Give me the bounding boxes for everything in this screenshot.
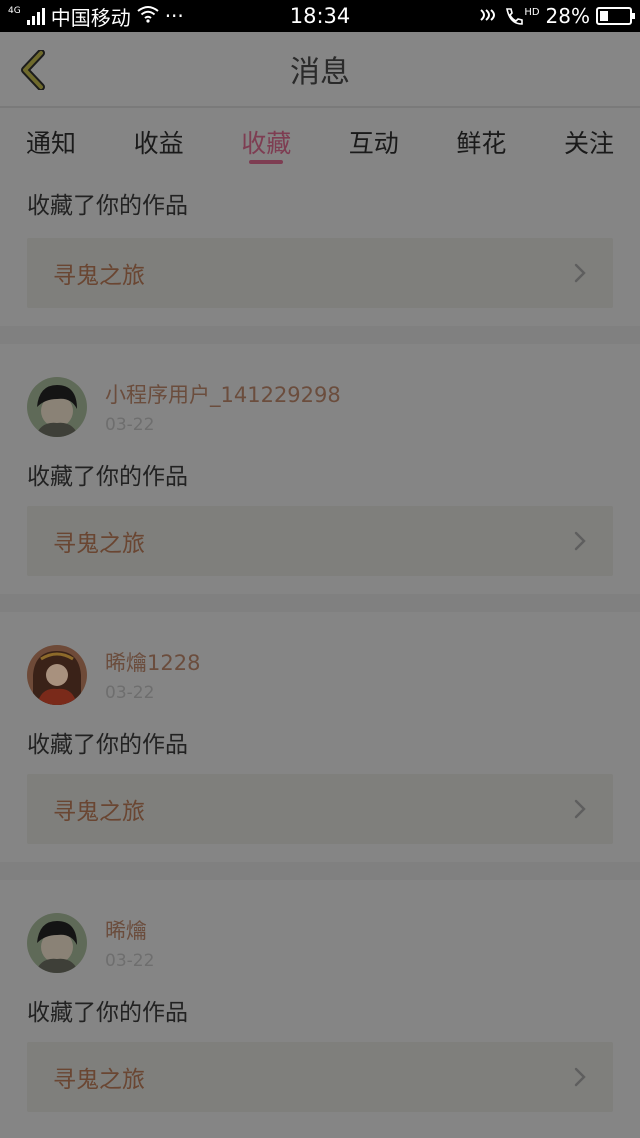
action-text: 收藏了你的作品 — [27, 464, 188, 490]
chevron-right-icon — [574, 531, 586, 551]
date: 03-22 — [105, 683, 155, 703]
chevron-right-icon — [574, 263, 586, 283]
battery-icon — [596, 7, 635, 25]
tab-follows[interactable]: 关注 — [564, 110, 614, 172]
username[interactable]: 小程序用户_141229298 — [105, 379, 341, 409]
work-link[interactable]: 寻鬼之旅 — [27, 238, 613, 308]
user-row[interactable]: 晞爚 03-22 — [27, 880, 613, 984]
hd-call-icon: HD — [504, 7, 540, 25]
favorites-feed: 收藏了你的作品 寻鬼之旅 小程序用户_141229298 03-22 收藏了你的… — [0, 172, 640, 1130]
action-text: 收藏了你的作品 — [27, 732, 188, 758]
user-row[interactable]: 小程序用户_141229298 03-22 — [27, 344, 613, 448]
tab-favorites[interactable]: 收藏 — [241, 110, 291, 172]
work-title: 寻鬼之旅 — [53, 531, 145, 557]
nfc-icon — [478, 4, 498, 28]
work-link[interactable]: 寻鬼之旅 — [27, 1042, 613, 1112]
message-tabs: 通知 收益 收藏 互动 鲜花 关注 — [0, 110, 640, 172]
work-title: 寻鬼之旅 — [53, 799, 145, 825]
carrier-name: 中国移动 — [50, 5, 131, 30]
top-app-bar: 消息 — [0, 32, 640, 108]
work-link[interactable]: 寻鬼之旅 — [27, 506, 613, 576]
work-title: 寻鬼之旅 — [53, 263, 145, 289]
tab-interactions[interactable]: 互动 — [349, 110, 399, 172]
user-row[interactable]: 晞爚1228 03-22 — [27, 612, 613, 716]
back-button[interactable] — [14, 48, 54, 92]
date: 03-22 — [105, 951, 155, 971]
tab-notifications[interactable]: 通知 — [26, 110, 76, 172]
avatar[interactable] — [27, 645, 87, 705]
chevron-left-icon — [21, 50, 45, 90]
date: 03-22 — [105, 415, 155, 435]
avatar[interactable] — [27, 377, 87, 437]
hd-badge: HD — [524, 7, 540, 18]
chevron-right-icon — [574, 799, 586, 819]
list-item: 晞爚 03-22 收藏了你的作品 寻鬼之旅 — [0, 880, 640, 1130]
more-dots-icon: ··· — [164, 4, 184, 28]
list-item: 小程序用户_141229298 03-22 收藏了你的作品 寻鬼之旅 — [0, 344, 640, 594]
clock: 18:34 — [289, 4, 351, 28]
network-type-badge: 4G — [8, 5, 21, 16]
wifi-icon — [137, 4, 159, 28]
list-item: 晞爚1228 03-22 收藏了你的作品 寻鬼之旅 — [0, 612, 640, 862]
page-title: 消息 — [290, 55, 350, 90]
battery-percent: 28% — [545, 4, 590, 28]
work-title: 寻鬼之旅 — [53, 1067, 145, 1093]
action-text: 收藏了你的作品 — [27, 1000, 188, 1026]
chevron-right-icon — [574, 1067, 586, 1087]
username[interactable]: 晞爚 — [105, 915, 154, 945]
tab-earnings[interactable]: 收益 — [134, 110, 184, 172]
username[interactable]: 晞爚1228 — [105, 647, 200, 677]
list-item: 收藏了你的作品 寻鬼之旅 — [0, 172, 640, 326]
tab-flowers[interactable]: 鲜花 — [456, 110, 506, 172]
avatar[interactable] — [27, 913, 87, 973]
work-link[interactable]: 寻鬼之旅 — [27, 774, 613, 844]
status-bar: 4G 中国移动 ··· 18:34 HD 28% — [0, 0, 640, 32]
signal-icon — [26, 7, 45, 25]
action-text: 收藏了你的作品 — [27, 193, 188, 219]
